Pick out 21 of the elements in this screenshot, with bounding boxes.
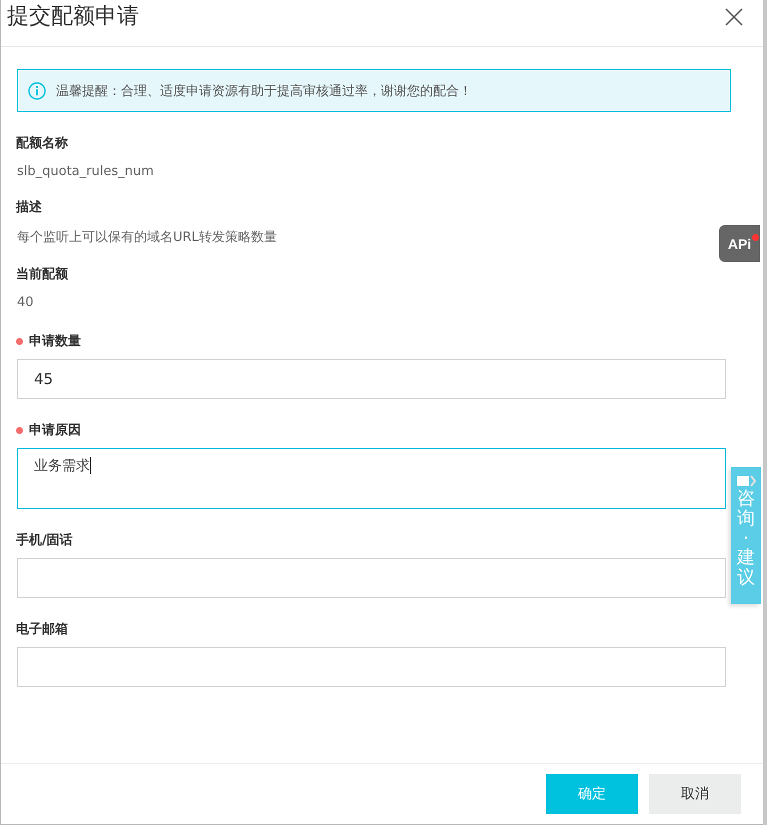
field-label: 申请数量: [29, 333, 81, 350]
api-badge[interactable]: APi: [719, 225, 760, 262]
textarea-field[interactable]: 业务需求: [17, 448, 726, 509]
field-label: 当前配额: [16, 266, 68, 283]
field-value: slb_quota_rules_num: [17, 164, 154, 179]
dialog-title: 提交配额申请: [7, 3, 139, 31]
field-label: 电子邮箱: [16, 621, 68, 638]
cancel-button[interactable]: 取消: [649, 774, 741, 814]
field-label: 申请原因: [29, 422, 81, 439]
notice-text: 温馨提醒：合理、适度申请资源有助于提高审核通过率，谢谢您的配合！: [56, 82, 472, 100]
input-field[interactable]: [17, 647, 726, 687]
input-field[interactable]: 45: [17, 359, 726, 399]
field-label: 配额名称: [16, 134, 68, 152]
field-label: 描述: [16, 199, 42, 216]
field-label: 手机/固话: [16, 532, 73, 549]
close-icon[interactable]: [725, 8, 743, 26]
chat-icon: [736, 475, 756, 487]
info-icon: [28, 82, 46, 100]
field-value: 每个监听上可以保有的域名URL转发策略数量: [17, 229, 277, 246]
input-field[interactable]: [17, 558, 726, 598]
field-value: 40: [17, 295, 34, 310]
